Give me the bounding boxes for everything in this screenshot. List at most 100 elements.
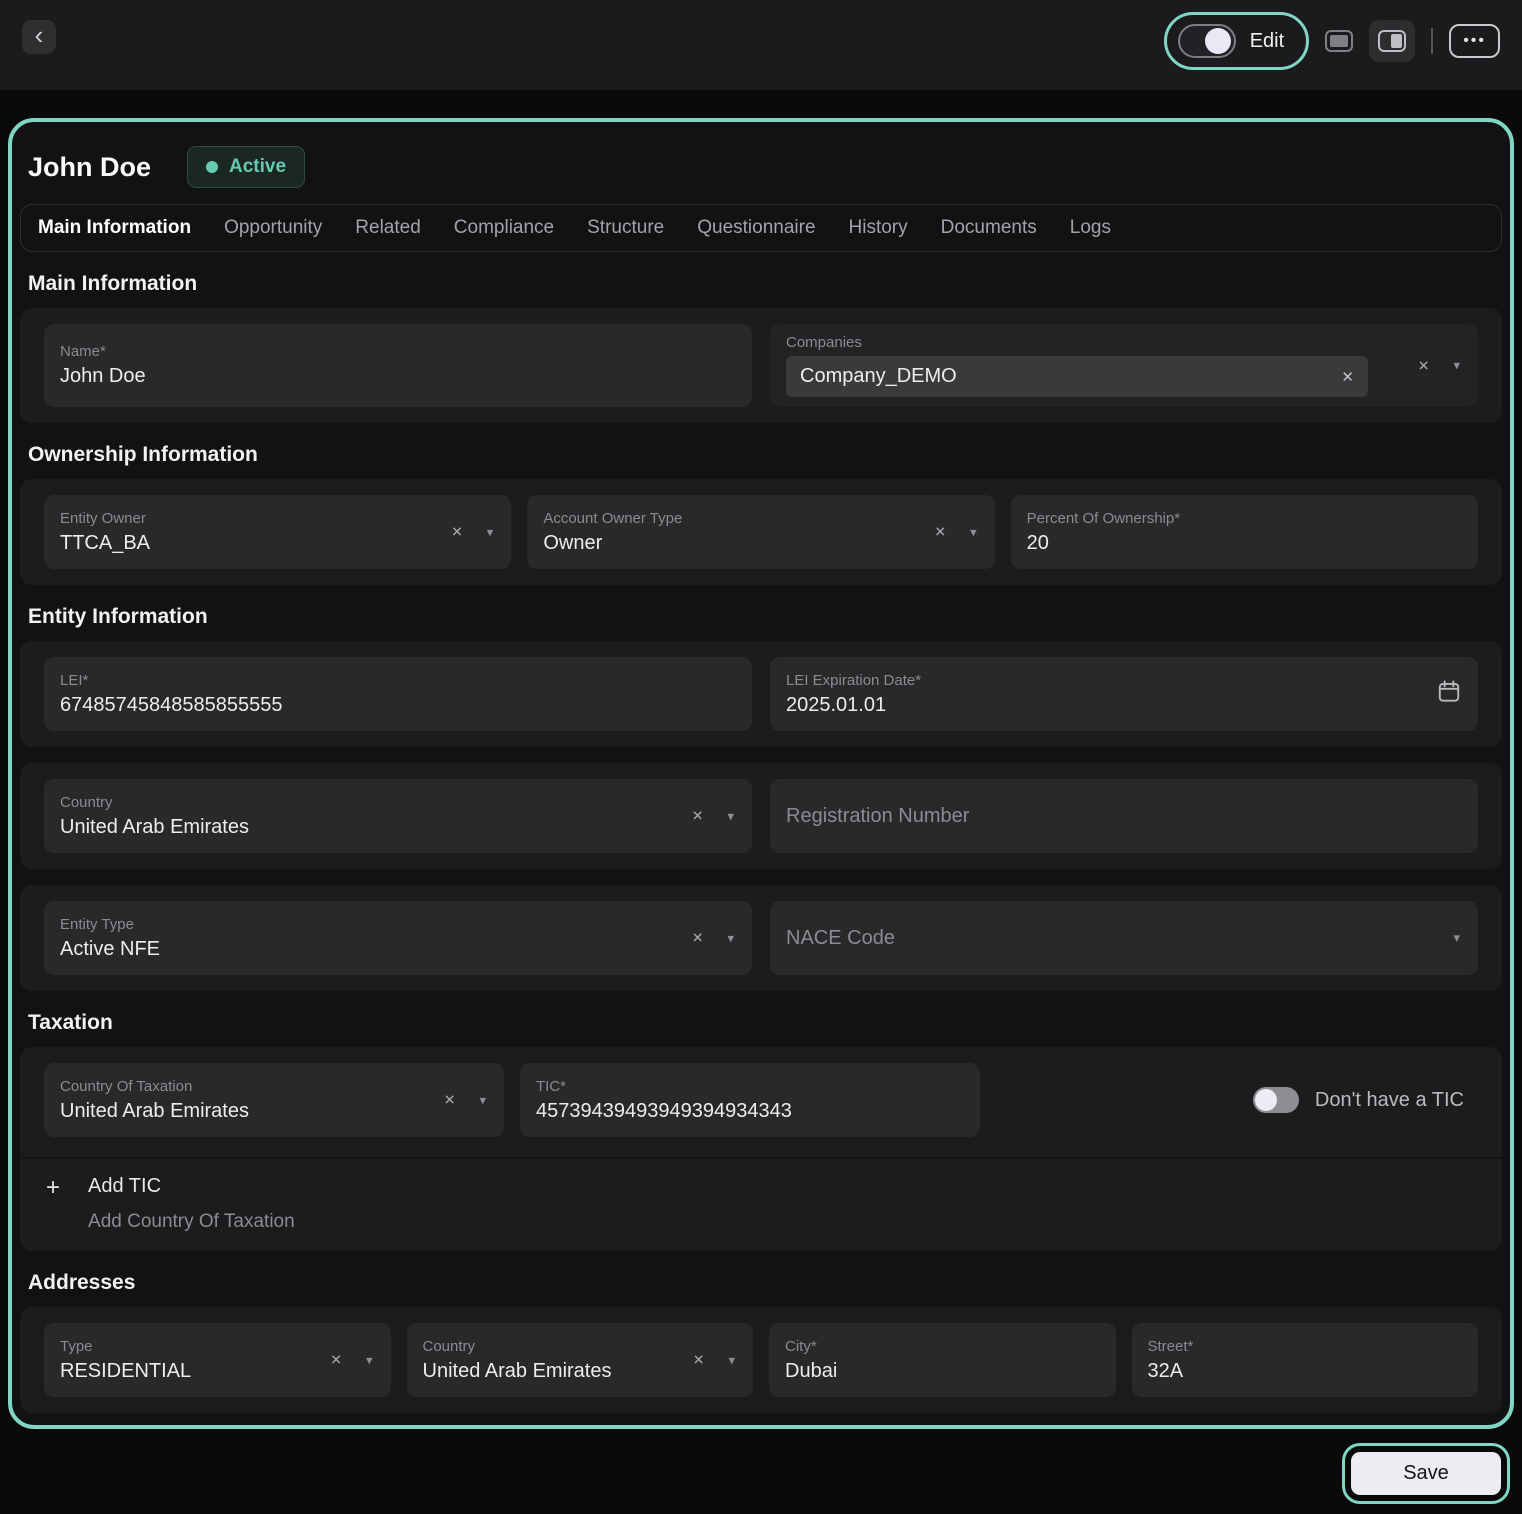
chevron-down-icon[interactable]: ▾ (727, 930, 734, 946)
entity-row-country: Country United Arab Emirates ✕ ▾ Registr… (20, 763, 1502, 869)
address-city-field[interactable]: City* Dubai (769, 1323, 1116, 1397)
toggle-knob (1205, 28, 1231, 54)
country-of-taxation-field[interactable]: Country Of Taxation United Arab Emirates… (44, 1063, 504, 1137)
no-tic-toggle[interactable] (1253, 1087, 1299, 1113)
clear-icon[interactable]: ✕ (1418, 357, 1430, 374)
clear-icon[interactable]: ✕ (444, 1092, 456, 1109)
tab-compliance[interactable]: Compliance (454, 217, 554, 239)
clear-icon[interactable]: ✕ (330, 1352, 342, 1369)
clear-icon[interactable]: ✕ (934, 524, 946, 541)
tab-documents[interactable]: Documents (941, 217, 1037, 239)
lei-label: LEI* (60, 672, 736, 689)
entity-type-field[interactable]: Entity Type Active NFE ✕ ▾ (44, 901, 752, 975)
lei-expiration-label: LEI Expiration Date* (786, 672, 1462, 689)
status-dot-icon (206, 161, 218, 173)
address-street-field[interactable]: Street* 32A (1132, 1323, 1479, 1397)
add-country-of-taxation-button[interactable]: Add Country Of Taxation (88, 1211, 295, 1233)
address-type-value: RESIDENTIAL (60, 1360, 291, 1383)
company-chip-label: Company_DEMO (800, 365, 957, 388)
chevron-down-icon[interactable]: ▾ (970, 524, 977, 540)
toggle-knob (1255, 1089, 1277, 1111)
save-button-highlight: Save (1342, 1443, 1510, 1504)
single-view-button[interactable] (1325, 30, 1353, 52)
split-view-button[interactable] (1369, 20, 1415, 62)
edit-toggle-label: Edit (1250, 30, 1284, 53)
country-field[interactable]: Country United Arab Emirates ✕ ▾ (44, 779, 752, 853)
more-options-button[interactable]: ••• (1449, 24, 1500, 58)
chevron-down-icon[interactable]: ▾ (366, 1352, 373, 1368)
tab-structure[interactable]: Structure (587, 217, 664, 239)
chevron-down-icon[interactable]: ▾ (479, 1092, 486, 1108)
calendar-icon[interactable] (1436, 679, 1462, 710)
country-label: Country (60, 794, 652, 811)
lei-expiration-date-field[interactable]: LEI Expiration Date* 2025.01.01 (770, 657, 1478, 731)
address-city-label: City* (785, 1338, 1100, 1355)
section-heading-addresses: Addresses (28, 1271, 1494, 1295)
address-country-field[interactable]: Country United Arab Emirates ✕ ▾ (407, 1323, 754, 1397)
add-tic-button[interactable]: Add TIC (88, 1175, 295, 1198)
country-of-taxation-value: United Arab Emirates (60, 1100, 404, 1123)
chevron-down-icon[interactable]: ▾ (728, 1352, 735, 1368)
section-heading-entity: Entity Information (28, 605, 1494, 629)
clear-icon[interactable]: ✕ (693, 1352, 705, 1369)
address-type-field[interactable]: Type RESIDENTIAL ✕ ▾ (44, 1323, 391, 1397)
chip-remove-icon[interactable]: ✕ (1341, 368, 1354, 386)
back-button[interactable]: ‹ (22, 20, 56, 54)
entity-owner-field[interactable]: Entity Owner TTCA_BA ✕ ▾ (44, 495, 511, 569)
nace-code-placeholder: NACE Code (786, 927, 1378, 950)
address-country-label: Country (423, 1338, 654, 1355)
record-header: John Doe Active (20, 134, 1502, 204)
tab-opportunity[interactable]: Opportunity (224, 217, 322, 239)
company-chip[interactable]: Company_DEMO ✕ (786, 356, 1368, 397)
section-heading-ownership: Ownership Information (28, 443, 1494, 467)
tab-logs[interactable]: Logs (1070, 217, 1111, 239)
percent-of-ownership-field[interactable]: Percent Of Ownership* 20 (1011, 495, 1478, 569)
companies-field-label: Companies (786, 334, 1368, 351)
percent-of-ownership-label: Percent Of Ownership* (1027, 510, 1462, 527)
percent-of-ownership-value: 20 (1027, 532, 1462, 555)
tab-bar: Main Information Opportunity Related Com… (20, 204, 1502, 252)
edit-toggle[interactable] (1178, 24, 1236, 58)
clear-icon[interactable]: ✕ (692, 808, 704, 825)
no-tic-toggle-group: Don't have a TIC (1253, 1087, 1478, 1113)
lei-field[interactable]: LEI* 67485745848585855555 (44, 657, 752, 731)
address-street-label: Street* (1148, 1338, 1463, 1355)
edit-toggle-group[interactable]: Edit (1164, 12, 1309, 70)
status-badge: Active (187, 146, 305, 188)
tab-related[interactable]: Related (355, 217, 421, 239)
back-chevron-icon: ‹ (35, 22, 44, 48)
address-type-label: Type (60, 1338, 291, 1355)
filled-panel-icon (1325, 30, 1353, 52)
tic-value: 45739439493949394934343 (536, 1100, 964, 1123)
top-actions: Edit ••• (1164, 12, 1500, 70)
split-view-icon (1378, 30, 1406, 52)
clear-icon[interactable]: ✕ (692, 930, 704, 947)
tab-history[interactable]: History (849, 217, 908, 239)
save-button[interactable]: Save (1351, 1452, 1501, 1495)
section-heading-main-information: Main Information (28, 272, 1494, 296)
clear-icon[interactable]: ✕ (451, 524, 463, 541)
chevron-down-icon[interactable]: ▾ (727, 808, 734, 824)
country-value: United Arab Emirates (60, 816, 652, 839)
add-tic-block[interactable]: + Add TIC Add Country Of Taxation (20, 1157, 1502, 1235)
chevron-down-icon[interactable]: ▾ (1453, 930, 1460, 946)
name-field[interactable]: Name* John Doe (44, 324, 752, 407)
address-street-value: 32A (1148, 1360, 1463, 1383)
tab-questionnaire[interactable]: Questionnaire (697, 217, 815, 239)
addresses-row: Type RESIDENTIAL ✕ ▾ Country United Arab… (20, 1307, 1502, 1413)
tab-main-information[interactable]: Main Information (38, 217, 191, 239)
chevron-down-icon[interactable]: ▾ (1453, 358, 1460, 374)
toolbar-divider (1431, 28, 1433, 54)
lei-expiration-value: 2025.01.01 (786, 694, 1462, 717)
account-owner-type-value: Owner (543, 532, 894, 555)
ellipsis-icon: ••• (1463, 32, 1486, 50)
plus-icon: + (46, 1176, 60, 1233)
registration-number-placeholder: Registration Number (786, 805, 1462, 828)
account-owner-type-field[interactable]: Account Owner Type Owner ✕ ▾ (527, 495, 994, 569)
registration-number-field[interactable]: Registration Number (770, 779, 1478, 853)
entity-owner-label: Entity Owner (60, 510, 411, 527)
tic-field[interactable]: TIC* 45739439493949394934343 (520, 1063, 980, 1137)
chevron-down-icon[interactable]: ▾ (487, 524, 494, 540)
companies-field[interactable]: Companies Company_DEMO ✕ ✕ ▾ (770, 324, 1478, 407)
nace-code-field[interactable]: NACE Code ▾ (770, 901, 1478, 975)
